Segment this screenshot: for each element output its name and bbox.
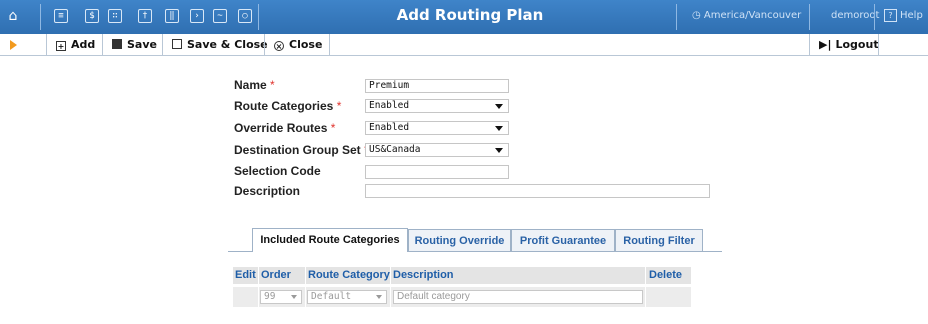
description-input[interactable]: [365, 184, 710, 198]
clock-icon: ◷: [692, 10, 701, 21]
logout-button[interactable]: ▶| Logout: [809, 34, 879, 55]
destination-group-set-label: Destination Group Set *: [234, 143, 369, 157]
route-category-value: Default: [311, 291, 352, 302]
column-header-description: Description: [393, 269, 454, 281]
toolbar-divider: [878, 34, 879, 55]
destination-group-set-label-text: Destination Group Set: [234, 143, 361, 157]
header-separator: [40, 4, 41, 30]
chevron-down-icon: [495, 126, 503, 131]
person-icon[interactable]: †: [138, 9, 152, 23]
tab-included-route-categories[interactable]: Included Route Categories: [252, 228, 408, 252]
help-label: Help: [900, 10, 923, 21]
toolbar-divider: [329, 34, 330, 55]
timezone-label: America/Vancouver: [703, 10, 802, 21]
tab-profit-guarantee[interactable]: Profit Guarantee: [511, 229, 615, 251]
help-icon: ?: [884, 9, 897, 22]
forward-icon[interactable]: ›: [190, 9, 204, 23]
column-divider: [390, 267, 391, 307]
route-category-select: Default: [307, 290, 387, 304]
dollar-icon[interactable]: $: [85, 9, 99, 23]
add-button[interactable]: + Add: [46, 34, 95, 55]
help-link[interactable]: ? Help: [884, 9, 923, 22]
page-title: Add Routing Plan: [396, 6, 544, 24]
home-icon[interactable]: ⌂: [5, 8, 21, 24]
close-button[interactable]: × Close: [264, 34, 322, 55]
column-divider: [305, 267, 306, 307]
selection-code-input[interactable]: [365, 165, 509, 179]
table-header: Edit Order Route Category Description De…: [233, 267, 691, 284]
save-label: Save: [127, 38, 157, 51]
order-value: 99: [264, 291, 276, 302]
toolbar-arrow-icon: [10, 40, 17, 50]
column-header-delete: Delete: [649, 269, 683, 281]
add-label: Add: [71, 38, 96, 51]
column-header-route-category: Route Category: [308, 269, 390, 281]
columns-icon[interactable]: ‖: [165, 9, 179, 23]
header-separator: [874, 4, 875, 30]
column-header-order: Order: [261, 269, 291, 281]
close-icon: ×: [274, 41, 284, 51]
current-user-link[interactable]: demoroot: [831, 10, 879, 21]
table-row: 99 Default Default category: [233, 287, 691, 307]
destination-group-set-value: US&Canada: [369, 144, 421, 155]
required-mark: *: [330, 121, 336, 135]
action-toolbar: + Add Save Save & Close × Close ▶| Logout: [0, 34, 928, 56]
top-header-bar: ⌂ ≡ $ ∷ † ‖ › ~ ○ Add Routing Plan ◷ Ame…: [0, 0, 928, 34]
logout-label: Logout: [835, 38, 879, 51]
category-description-field: Default category: [393, 290, 643, 304]
chevron-down-icon: [495, 104, 503, 109]
close-label: Close: [289, 38, 323, 51]
name-input[interactable]: Premium: [365, 79, 509, 93]
chevron-down-icon: [376, 295, 382, 299]
route-categories-label-text: Route Categories: [234, 99, 334, 113]
header-separator: [258, 4, 259, 30]
route-categories-label: Route Categories *: [234, 99, 341, 113]
chevron-down-icon: [291, 295, 297, 299]
tab-routing-filter[interactable]: Routing Filter: [615, 229, 703, 251]
name-label: Name *: [234, 78, 275, 92]
name-label-text: Name: [234, 78, 267, 92]
save-button[interactable]: Save: [102, 34, 157, 55]
save-close-label: Save & Close: [187, 38, 268, 51]
logout-icon: ▶|: [819, 38, 832, 51]
column-header-edit: Edit: [235, 269, 256, 281]
floppy-disk-icon: [172, 39, 182, 49]
search-icon[interactable]: ○: [238, 9, 252, 23]
required-mark: *: [336, 99, 342, 113]
chart-icon[interactable]: ~: [213, 9, 227, 23]
description-label: Description: [234, 184, 301, 198]
timezone-link[interactable]: ◷ America/Vancouver: [692, 10, 801, 21]
header-separator: [676, 4, 677, 30]
grid-icon[interactable]: ∷: [108, 9, 122, 23]
override-routes-value: Enabled: [369, 122, 410, 133]
column-divider: [258, 267, 259, 307]
header-separator: [809, 4, 810, 30]
route-categories-value: Enabled: [369, 100, 410, 111]
destination-group-set-select[interactable]: US&Canada: [365, 143, 509, 157]
override-routes-label: Override Routes *: [234, 121, 335, 135]
route-categories-select[interactable]: Enabled: [365, 99, 509, 113]
order-select: 99: [260, 290, 302, 304]
list-icon[interactable]: ≡: [54, 9, 68, 23]
save-close-button[interactable]: Save & Close: [162, 34, 268, 55]
column-divider: [645, 267, 646, 307]
floppy-disk-icon: [112, 39, 122, 49]
plus-icon: +: [56, 41, 66, 51]
tab-routing-override[interactable]: Routing Override: [408, 229, 511, 251]
chevron-down-icon: [495, 148, 503, 153]
override-routes-select[interactable]: Enabled: [365, 121, 509, 135]
required-mark: *: [270, 78, 275, 92]
selection-code-label: Selection Code: [234, 164, 321, 178]
override-routes-label-text: Override Routes: [234, 121, 328, 135]
